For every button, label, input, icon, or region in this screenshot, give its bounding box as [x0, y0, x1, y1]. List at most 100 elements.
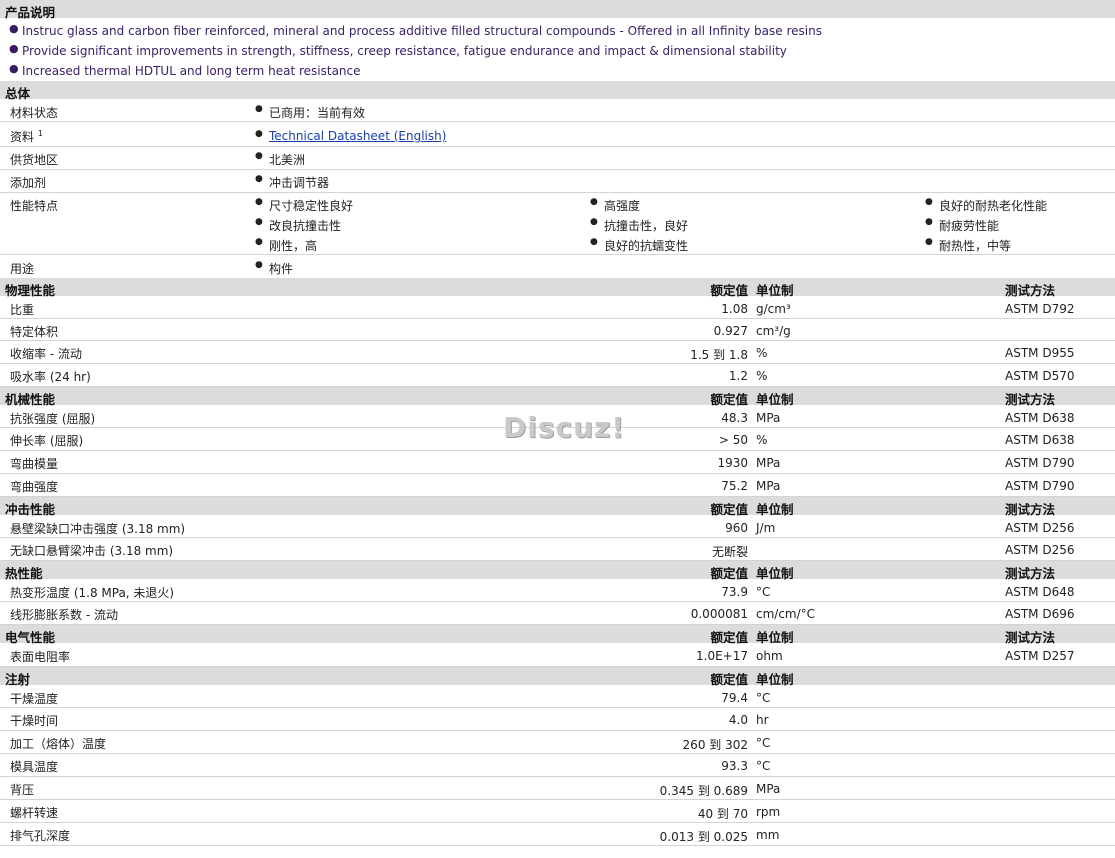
property-unit: %: [756, 346, 768, 360]
bullet-icon: ●: [9, 22, 19, 35]
feature-text: 抗撞击性，良好: [604, 219, 689, 233]
property-unit: J/m: [756, 521, 776, 535]
property-name: 无缺口悬臂梁冲击 (3.18 mm): [10, 544, 174, 558]
list-item: ● Increased thermal HDTUL and long term h…: [0, 62, 1115, 82]
table-row: 干燥温度 79.4 °C: [0, 686, 1115, 708]
section-header-mechanical: 机械性能 额定值 单位制 测试方法: [0, 387, 1115, 407]
test-method: ASTM D570: [1005, 369, 1075, 383]
property-unit: °C: [756, 691, 771, 705]
row-label: 添加剂: [10, 176, 47, 190]
description-list: ● Instruc glass and carbon fiber reinforc…: [0, 19, 1115, 82]
table-row: 弯曲模量 1930 MPa ASTM D790: [0, 451, 1115, 474]
bullet-icon: ●: [255, 104, 263, 114]
property-name: 热变形温度 (1.8 MPa, 未退火): [10, 586, 175, 600]
property-name: 弯曲强度: [10, 480, 59, 494]
datasheet-link[interactable]: Technical Datasheet (English): [269, 129, 446, 143]
general-row-features: 性能特点 ● 尺寸稳定性良好 ● 高强度 ● 良好的耐热老化性能 ● 改良抗撞击性 ● 抗…: [0, 193, 1115, 255]
table-row: 干燥时间 4.0 hr: [0, 708, 1115, 731]
bullet-text: Instruc glass and carbon fiber reinforce…: [22, 24, 822, 38]
property-unit: °C: [756, 585, 771, 599]
property-unit: MPa: [756, 479, 781, 493]
property-name: 干燥温度: [10, 692, 59, 706]
property-value: 93.3: [721, 759, 748, 773]
property-name: 收缩率 - 流动: [10, 347, 82, 361]
table-row: 悬壁梁缺口冲击强度 (3.18 mm) 960 J/m ASTM D256: [0, 516, 1115, 538]
property-name: 螺杆转速: [10, 806, 59, 820]
test-method: ASTM D792: [1005, 302, 1075, 316]
property-unit: rpm: [756, 805, 781, 819]
test-method: ASTM D257: [1005, 649, 1075, 663]
property-unit: %: [756, 433, 768, 447]
bullet-icon: ●: [255, 129, 263, 139]
feature-text: 耐热性，中等: [939, 239, 1012, 253]
test-method: ASTM D648: [1005, 585, 1075, 599]
property-unit: MPa: [756, 456, 781, 470]
test-method: ASTM D790: [1005, 479, 1075, 493]
property-name: 比重: [10, 303, 35, 317]
bullet-icon: ●: [255, 174, 263, 184]
section-header-general: 总体: [0, 81, 1115, 101]
property-value: 1.0E+17: [696, 649, 748, 663]
property-value: 960: [725, 521, 748, 535]
property-name: 干燥时间: [10, 714, 59, 728]
list-item: ● Provide significant improvements in str…: [0, 42, 1115, 62]
property-name: 伸长率 (屈服): [10, 434, 84, 448]
property-unit: MPa: [756, 411, 781, 425]
feature-text: 刚性，高: [269, 239, 318, 253]
section-header-thermal: 热性能 额定值 单位制 测试方法: [0, 561, 1115, 581]
property-name: 吸水率 (24 hr): [10, 370, 91, 384]
property-value: 1.2: [728, 369, 748, 383]
general-row-status: 材料状态 ● 已商用：当前有效: [0, 100, 1115, 122]
table-row: 特定体积 0.927 cm³/g: [0, 319, 1115, 341]
row-label: 性能特点: [10, 199, 59, 213]
bullet-icon: ●: [925, 237, 933, 247]
feature-text: 耐疲劳性能: [939, 219, 1000, 233]
table-row: 背压 0.345 到 0.689 MPa: [0, 777, 1115, 800]
property-unit: cm³/g: [756, 324, 791, 338]
bullet-icon: ●: [9, 62, 19, 75]
property-name: 弯曲模量: [10, 457, 59, 471]
bullet-icon: ●: [255, 237, 263, 247]
feature-text: 高强度: [604, 199, 641, 213]
property-unit: °C: [756, 736, 771, 750]
feature-text: 尺寸稳定性良好: [269, 199, 354, 213]
property-value: 40 到 70: [697, 807, 748, 821]
property-value: 1.08: [721, 302, 748, 316]
watermark: Discuz!: [503, 411, 626, 444]
property-sections: 物理性能 额定值 单位制 测试方法 比重 1.08 g/cm³ ASTM D792 特定体积 0.…: [0, 278, 1115, 846]
bullet-icon: ●: [255, 151, 263, 161]
bullet-text: Increased thermal HDTUL and long term he…: [22, 64, 361, 78]
section-header-physical: 物理性能 额定值 单位制 测试方法: [0, 278, 1115, 298]
bullet-icon: ●: [925, 217, 933, 227]
property-unit: °C: [756, 759, 771, 773]
row-value: 已商用：当前有效: [269, 106, 366, 120]
property-value: 0.000081: [690, 607, 748, 621]
property-name: 线形膨胀系数 - 流动: [10, 608, 118, 622]
table-row: 吸水率 (24 hr) 1.2% ASTM D570: [0, 364, 1115, 387]
table-row: 模具温度 93.3 °C: [0, 754, 1115, 777]
general-row-additive: 添加剂 ● 冲击调节器: [0, 170, 1115, 193]
property-value: 0.927: [713, 324, 748, 338]
table-row: 加工（熔体）温度 260 到 302 °C: [0, 731, 1115, 754]
feature-text: 改良抗撞击性: [269, 219, 342, 233]
test-method: ASTM D256: [1005, 543, 1075, 557]
property-name: 表面电阻率: [10, 650, 71, 664]
row-value: 北美洲: [269, 153, 306, 167]
feature-text: 良好的抗蠕变性: [604, 239, 689, 253]
test-method: ASTM D638: [1005, 411, 1075, 425]
test-method: ASTM D955: [1005, 346, 1075, 360]
property-unit: %: [756, 369, 768, 383]
property-value: 1.5 到 1.8: [690, 348, 748, 362]
bullet-icon: ●: [255, 217, 263, 227]
property-name: 加工（熔体）温度: [10, 737, 107, 751]
property-name: 排气孔深度: [10, 829, 71, 843]
property-name: 抗张强度 (屈服): [10, 412, 96, 426]
property-unit: hr: [756, 713, 769, 727]
property-unit: mm: [756, 828, 780, 842]
property-value: 79.4: [721, 691, 748, 705]
test-method: ASTM D790: [1005, 456, 1075, 470]
test-method: ASTM D256: [1005, 521, 1075, 535]
bullet-icon: ●: [925, 197, 933, 207]
property-value: 73.9: [721, 585, 748, 599]
property-value: 0.013 到 0.025: [659, 830, 748, 844]
